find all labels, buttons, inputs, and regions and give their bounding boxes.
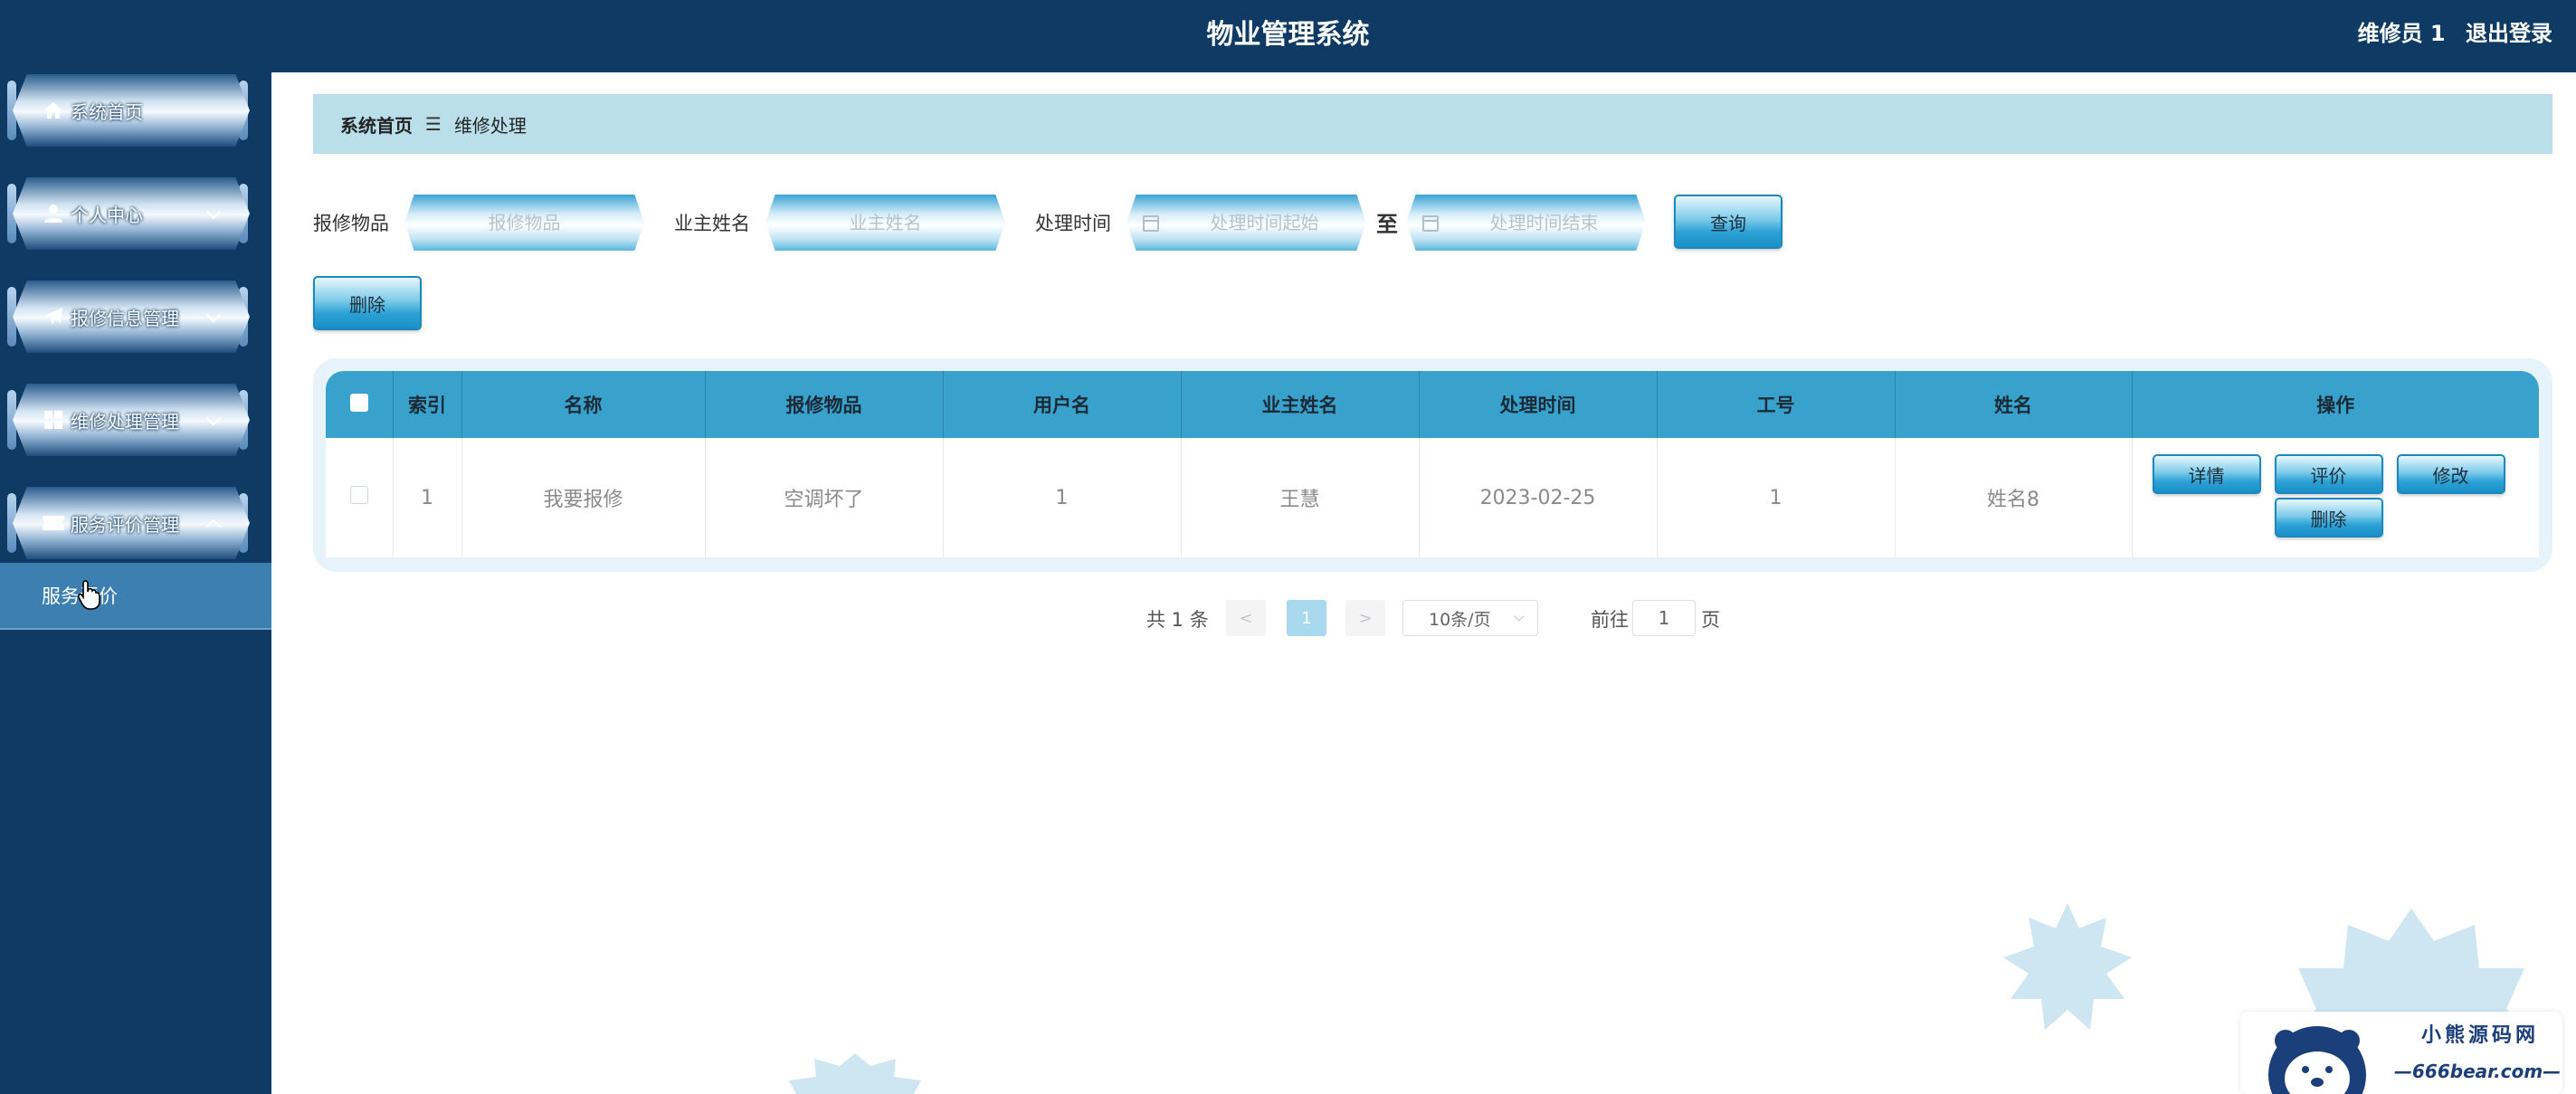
app-title: 物业管理系统 — [1206, 19, 1370, 51]
date-range-separator: 至 — [1376, 212, 1398, 237]
cell-name: 我要报修 — [461, 438, 706, 557]
cell-work-no: 1 — [1657, 438, 1896, 557]
sidebar-item-label: 报修信息管理 — [71, 307, 179, 329]
cell-index: 1 — [393, 438, 462, 557]
logout-link[interactable]: 退出登录 — [2466, 21, 2552, 46]
user-area: 维修员 1 退出登录 — [2358, 0, 2552, 67]
column-header: 索引 — [393, 371, 462, 438]
watermark-url: —666bear.com— — [2394, 1061, 2562, 1082]
delete-selected-button[interactable]: 删除 — [313, 276, 422, 330]
process-time-start-input[interactable] — [1126, 195, 1366, 251]
current-user: 维修员 1 — [2357, 21, 2446, 46]
chevron-down-icon — [205, 307, 222, 323]
owner-name-label: 业主姓名 — [674, 213, 750, 234]
sidebar-item-label: 系统首页 — [71, 100, 143, 123]
chevron-up-icon — [205, 518, 222, 535]
select-all-cell — [326, 371, 394, 438]
row-delete-button[interactable]: 删除 — [2274, 498, 2383, 537]
pagination-total: 共 1 条 — [1146, 609, 1209, 631]
sidebar-item-label: 维修处理管理 — [71, 410, 179, 433]
sidebar-item-repair-info[interactable]: 报修信息管理 — [13, 281, 250, 353]
goto-prefix: 前往 — [1591, 609, 1629, 631]
breadcrumb-current: 维修处理 — [453, 114, 527, 137]
cell-actions: 详情 评价 修改 删除 — [2132, 438, 2539, 557]
table-header-row: 索引 名称 报修物品 用户名 业主姓名 处理时间 工号 姓名 操作 — [326, 371, 2539, 438]
calendar-icon — [1143, 215, 1159, 232]
sidebar-item-service-evaluation[interactable]: 服务评价管理 — [13, 487, 250, 559]
sidebar-item-home[interactable]: 系统首页 — [13, 74, 250, 147]
column-header: 处理时间 — [1419, 371, 1658, 438]
chevron-down-icon — [1514, 611, 1525, 622]
prev-page-button[interactable]: < — [1226, 600, 1266, 636]
page-size-select[interactable]: 10条/页 — [1402, 600, 1538, 636]
sidebar-item-repair-processing[interactable]: 维修处理管理 — [13, 384, 250, 456]
cell-username: 1 — [943, 438, 1182, 557]
goto-suffix: 页 — [1701, 609, 1720, 631]
row-select-cell — [326, 438, 394, 557]
edit-button[interactable]: 修改 — [2396, 454, 2505, 494]
starburst-decoration — [2003, 903, 2132, 1030]
starburst-decoration — [789, 1053, 921, 1094]
next-page-button[interactable]: > — [1345, 600, 1385, 636]
data-table: 索引 名称 报修物品 用户名 业主姓名 处理时间 工号 姓名 操作 1 我要报修… — [326, 371, 2539, 557]
page-number-current[interactable]: 1 — [1287, 600, 1326, 636]
sidebar: 系统首页 个人中心 报修信息管理 维修处理管理 服务评价管理 — [0, 0, 271, 1094]
goto-page-input[interactable] — [1632, 600, 1696, 636]
hand-cursor-icon — [78, 580, 100, 610]
sidebar-item-label: 个人中心 — [71, 204, 143, 226]
watermark-badge: 小熊源码网 —666bear.com— — [2240, 1012, 2562, 1094]
breadcrumb-separator: ☰ — [425, 113, 442, 135]
column-header: 用户名 — [943, 371, 1182, 438]
watermark-title: 小熊源码网 — [2421, 1024, 2540, 1047]
column-header: 报修物品 — [705, 371, 944, 438]
process-time-end-input[interactable] — [1406, 195, 1646, 251]
detail-button[interactable]: 详情 — [2152, 454, 2261, 494]
column-header: 工号 — [1657, 371, 1896, 438]
column-header: 名称 — [461, 371, 706, 438]
breadcrumb-home[interactable]: 系统首页 — [340, 111, 413, 138]
chevron-down-icon — [205, 204, 222, 220]
sidebar-subitem-service-evaluation[interactable]: 服务评价 — [0, 563, 271, 630]
cell-repair-item: 空调坏了 — [705, 438, 944, 557]
paper-plane-icon — [42, 305, 65, 328]
table-row: 1 我要报修 空调坏了 1 王慧 2023-02-25 1 姓名8 详情 评价 … — [326, 438, 2539, 557]
row-checkbox[interactable] — [349, 486, 368, 504]
cell-owner-name: 王慧 — [1181, 438, 1420, 557]
process-time-end-picker[interactable] — [1406, 195, 1646, 251]
cell-process-time: 2023-02-25 — [1419, 438, 1658, 557]
select-all-checkbox[interactable] — [349, 393, 368, 412]
query-button[interactable]: 查询 — [1674, 195, 1782, 249]
user-icon — [42, 202, 65, 225]
bear-logo-icon — [2268, 1026, 2366, 1094]
chevron-down-icon — [205, 410, 222, 426]
process-time-label: 处理时间 — [1035, 213, 1111, 234]
process-time-start-picker[interactable] — [1126, 195, 1366, 251]
breadcrumb: 系统首页 ☰ 维修处理 — [313, 94, 2552, 154]
page-size-value: 10条/页 — [1429, 609, 1491, 630]
column-header: 姓名 — [1895, 371, 2133, 438]
owner-name-input[interactable] — [765, 195, 1005, 251]
sidebar-item-label: 服务评价管理 — [71, 513, 179, 536]
evaluate-button[interactable]: 评价 — [2274, 454, 2383, 494]
data-table-container: 索引 名称 报修物品 用户名 业主姓名 处理时间 工号 姓名 操作 1 我要报修… — [326, 371, 2539, 557]
repair-item-input[interactable] — [404, 195, 644, 251]
column-header: 业主姓名 — [1181, 371, 1420, 438]
calendar-icon — [1422, 215, 1439, 232]
home-icon — [42, 99, 65, 122]
ticket-icon — [42, 511, 65, 535]
top-header: 物业管理系统 维修员 1 退出登录 — [0, 0, 2576, 72]
repair-item-label: 报修物品 — [313, 213, 389, 234]
cell-staff-name: 姓名8 — [1895, 438, 2133, 557]
sidebar-item-personal-center[interactable]: 个人中心 — [13, 177, 250, 250]
column-header: 操作 — [2132, 371, 2539, 438]
grid-icon — [42, 408, 65, 432]
